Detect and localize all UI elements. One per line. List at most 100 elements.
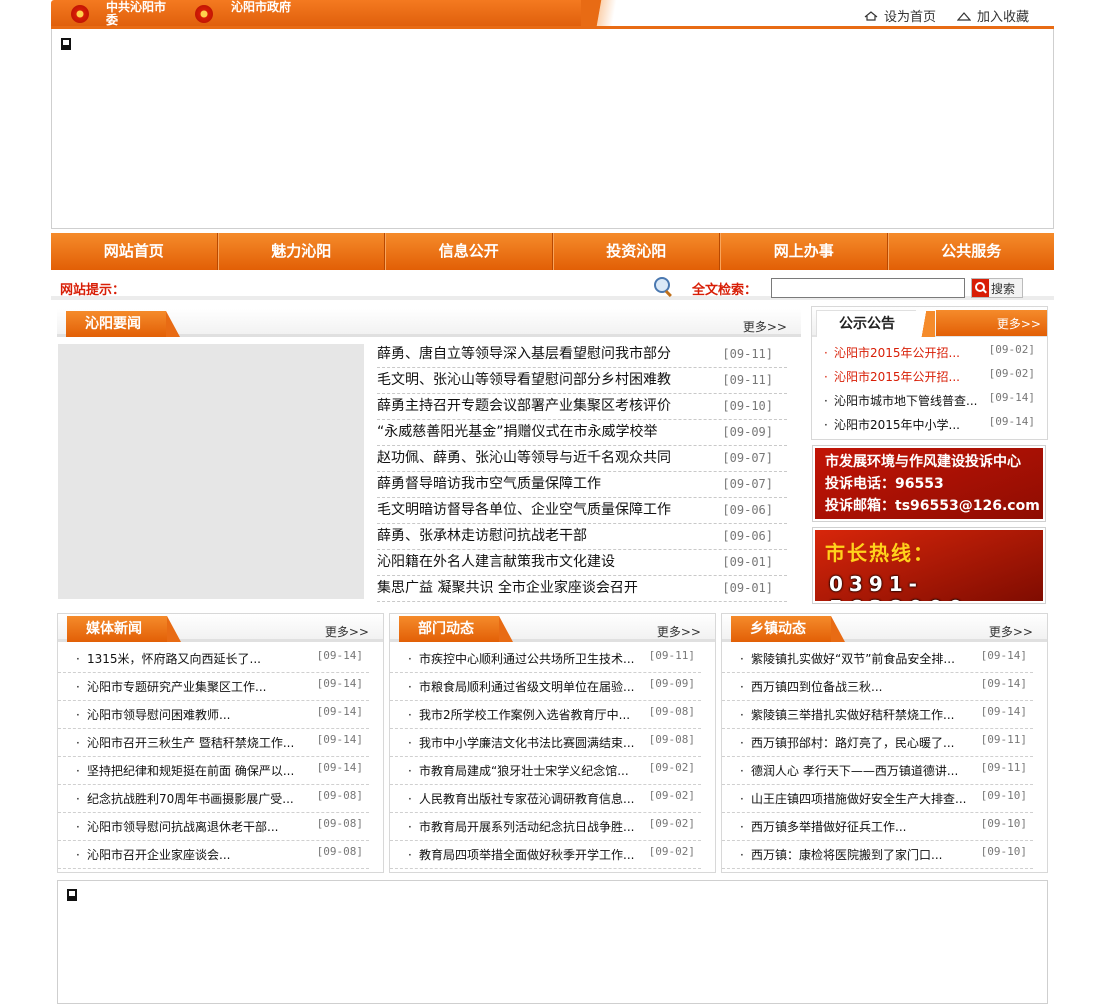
item-title[interactable]: 山王庄镇四项措施做好安全生产大排查... <box>751 792 966 806</box>
news-item-title[interactable]: 薛勇、张承林走访慰问抗战老干部 <box>377 528 587 544</box>
item-title[interactable]: 西万镇：康检将医院搬到了家门口... <box>751 848 942 862</box>
add-favorite-link[interactable]: 加入收藏 <box>957 6 1029 25</box>
list-item[interactable]: 市教育局建成“狼牙壮士宋学义纪念馆... [09-02] <box>390 757 701 785</box>
mayor-hotline-title: 市长热线： <box>825 541 935 565</box>
notice-more-link[interactable]: 更多>> <box>997 315 1041 332</box>
item-title[interactable]: 紫陵镇扎实做好“双节”前食品安全排... <box>751 652 955 666</box>
list-item[interactable]: 我市中小学廉洁文化书法比赛圆满结束... [09-08] <box>390 729 701 757</box>
mayor-hotline-number: 0391-5638000 <box>829 572 962 601</box>
list-item[interactable]: 薛勇主持召开专题会议部署产业集聚区考核评价 [09-10] <box>377 394 787 420</box>
news-item-title[interactable]: 薛勇主持召开专题会议部署产业集聚区考核评价 <box>377 398 671 414</box>
news-title: 沁阳要闻 <box>66 311 180 337</box>
list-item[interactable]: 沁阳市召开企业家座谈会... [09-08] <box>58 841 369 869</box>
news-more-link[interactable]: 更多>> <box>743 318 787 335</box>
mayor-hotline-banner[interactable]: 市长热线： 0391-5638000 <box>812 527 1046 604</box>
list-item[interactable]: 教育局四项举措全面做好秋季开学工作... [09-02] <box>390 841 701 869</box>
item-title[interactable]: 西万镇邘邰村：路灯亮了，民心暖了... <box>751 736 954 750</box>
list-item[interactable]: 薛勇、张承林走访慰问抗战老干部 [09-06] <box>377 524 787 550</box>
news-item-title[interactable]: 毛文明暗访督导各单位、企业空气质量保障工作 <box>377 502 671 518</box>
notice-item-title[interactable]: 沁阳市2015年公开招... <box>834 346 960 360</box>
item-date: [09-02] <box>648 845 695 858</box>
news-item-title[interactable]: 赵功佩、薛勇、张沁山等领导与近千名观众共同 <box>377 450 671 466</box>
item-title[interactable]: 教育局四项举措全面做好秋季开学工作... <box>419 848 634 862</box>
list-item[interactable]: 沁阳市领导慰问困难教师... [09-14] <box>58 701 369 729</box>
news-item-title[interactable]: 沁阳籍在外名人建言献策我市文化建设 <box>377 554 615 570</box>
list-item[interactable]: 毛文明、张沁山等领导看望慰问部分乡村困难教 [09-11] <box>377 368 787 394</box>
list-item[interactable]: 我市2所学校工作案例入选省教育厅中... [09-08] <box>390 701 701 729</box>
nav-public-service[interactable]: 公共服务 <box>887 233 1055 270</box>
list-item[interactable]: 坚持把纪律和规矩挺在前面 确保严以... [09-14] <box>58 757 369 785</box>
item-title[interactable]: 沁阳市领导慰问困难教师... <box>87 708 230 722</box>
item-title[interactable]: 紫陵镇三举措扎实做好秸秆禁烧工作... <box>751 708 954 722</box>
news-item-date: [09-01] <box>722 555 773 569</box>
list-item[interactable]: 沁阳市2015年中小学... [09-14] <box>812 413 1047 437</box>
list-item[interactable]: 赵功佩、薛勇、张沁山等领导与近千名观众共同 [09-07] <box>377 446 787 472</box>
item-title[interactable]: 市教育局建成“狼牙壮士宋学义纪念馆... <box>419 764 629 778</box>
news-item-title[interactable]: 薛勇、唐自立等领导深入基层看望慰问我市部分 <box>377 346 671 362</box>
township-news-more-link[interactable]: 更多>> <box>989 623 1033 640</box>
list-item[interactable]: 西万镇邘邰村：路灯亮了，民心暖了... [09-11] <box>722 729 1033 757</box>
list-item[interactable]: 人民教育出版社专家莅沁调研教育信息... [09-02] <box>390 785 701 813</box>
list-item[interactable]: 1315米，怀府路又向西延长了... [09-14] <box>58 645 369 673</box>
item-title[interactable]: 市教育局开展系列活动纪念抗日战争胜... <box>419 820 634 834</box>
department-news-more-link[interactable]: 更多>> <box>657 623 701 640</box>
list-item[interactable]: 市粮食局顺利通过省级文明单位在届验... [09-09] <box>390 673 701 701</box>
nav-charm[interactable]: 魅力沁阳 <box>217 233 385 270</box>
nav-invest[interactable]: 投资沁阳 <box>552 233 720 270</box>
list-item[interactable]: 紫陵镇扎实做好“双节”前食品安全排... [09-14] <box>722 645 1033 673</box>
list-item[interactable]: 沁阳籍在外名人建言献策我市文化建设 [09-01] <box>377 550 787 576</box>
media-news-more-link[interactable]: 更多>> <box>325 623 369 640</box>
item-title[interactable]: 人民教育出版社专家莅沁调研教育信息... <box>419 792 634 806</box>
search-button[interactable]: 搜索 <box>971 278 1023 298</box>
nav-online-service[interactable]: 网上办事 <box>720 233 888 270</box>
item-title[interactable]: 市疾控中心顺利通过公共场所卫生技术... <box>419 652 634 666</box>
list-item[interactable]: 西万镇多举措做好征兵工作... [09-10] <box>722 813 1033 841</box>
item-title[interactable]: 纪念抗战胜利70周年书画摄影展广受... <box>87 792 294 806</box>
item-title[interactable]: 沁阳市召开企业家座谈会... <box>87 848 230 862</box>
item-title[interactable]: 我市中小学廉洁文化书法比赛圆满结束... <box>419 736 634 750</box>
item-title[interactable]: 西万镇四到位备战三秋... <box>751 680 882 694</box>
government-link[interactable]: 沁阳市政府 <box>231 1 301 14</box>
list-item[interactable]: 沁阳市领导慰问抗战离退休老干部... [09-08] <box>58 813 369 841</box>
notice-item-title[interactable]: 沁阳市城市地下管线普查... <box>834 394 977 408</box>
complaint-center-banner[interactable]: 市发展环境与作风建设投诉中心 投诉电话：96553 投诉邮箱：ts96553@1… <box>812 445 1046 522</box>
list-item[interactable]: 紫陵镇三举措扎实做好秸秆禁烧工作... [09-14] <box>722 701 1033 729</box>
item-title[interactable]: 沁阳市专题研究产业集聚区工作... <box>87 680 266 694</box>
list-item[interactable]: 沁阳市专题研究产业集聚区工作... [09-14] <box>58 673 369 701</box>
item-title[interactable]: 沁阳市召开三秋生产 暨秸秆禁烧工作... <box>87 736 294 750</box>
list-item[interactable]: 市教育局开展系列活动纪念抗日战争胜... [09-02] <box>390 813 701 841</box>
item-date: [09-08] <box>316 789 363 802</box>
list-item[interactable]: 西万镇：康检将医院搬到了家门口... [09-10] <box>722 841 1033 869</box>
list-item[interactable]: 山王庄镇四项措施做好安全生产大排查... [09-10] <box>722 785 1033 813</box>
list-item[interactable]: 薛勇督导暗访我市空气质量保障工作 [09-07] <box>377 472 787 498</box>
item-title[interactable]: 沁阳市领导慰问抗战离退休老干部... <box>87 820 278 834</box>
item-title[interactable]: 德润人心 孝行天下——西万镇道德讲... <box>751 764 958 778</box>
list-item[interactable]: 毛文明暗访督导各单位、企业空气质量保障工作 [09-06] <box>377 498 787 524</box>
notice-item-title[interactable]: 沁阳市2015年公开招... <box>834 370 960 384</box>
party-committee-link[interactable]: 中共沁阳市委 <box>106 1 176 27</box>
nav-info-open[interactable]: 信息公开 <box>385 233 553 270</box>
item-title[interactable]: 西万镇多举措做好征兵工作... <box>751 820 906 834</box>
item-title[interactable]: 我市2所学校工作案例入选省教育厅中... <box>419 708 630 722</box>
list-item[interactable]: 西万镇四到位备战三秋... [09-14] <box>722 673 1033 701</box>
search-input[interactable] <box>771 278 965 298</box>
list-item[interactable]: 纪念抗战胜利70周年书画摄影展广受... [09-08] <box>58 785 369 813</box>
news-item-title[interactable]: 集思广益 凝聚共识 全市企业家座谈会召开 <box>377 580 638 596</box>
list-item[interactable]: 德润人心 孝行天下——西万镇道德讲... [09-11] <box>722 757 1033 785</box>
news-item-title[interactable]: 毛文明、张沁山等领导看望慰问部分乡村困难教 <box>377 372 671 388</box>
list-item[interactable]: “永威慈善阳光基金”捐赠仪式在市永威学校举 [09-09] <box>377 420 787 446</box>
list-item[interactable]: 集思广益 凝聚共识 全市企业家座谈会召开 [09-01] <box>377 576 787 602</box>
list-item[interactable]: 薛勇、唐自立等领导深入基层看望慰问我市部分 [09-11] <box>377 342 787 368</box>
item-title[interactable]: 坚持把纪律和规矩挺在前面 确保严以... <box>87 764 294 778</box>
item-date: [09-02] <box>648 789 695 802</box>
notice-item-title[interactable]: 沁阳市2015年中小学... <box>834 418 960 432</box>
list-item[interactable]: 市疾控中心顺利通过公共场所卫生技术... [09-11] <box>390 645 701 673</box>
news-item-title[interactable]: 薛勇督导暗访我市空气质量保障工作 <box>377 476 601 492</box>
news-image[interactable] <box>58 344 364 599</box>
set-home-link[interactable]: 设为首页 <box>864 6 936 25</box>
nav-home[interactable]: 网站首页 <box>51 233 218 270</box>
news-item-title[interactable]: “永威慈善阳光基金”捐赠仪式在市永威学校举 <box>377 424 658 440</box>
item-title[interactable]: 市粮食局顺利通过省级文明单位在届验... <box>419 680 634 694</box>
list-item[interactable]: 沁阳市召开三秋生产 暨秸秆禁烧工作... [09-14] <box>58 729 369 757</box>
item-title[interactable]: 1315米，怀府路又向西延长了... <box>87 652 261 666</box>
